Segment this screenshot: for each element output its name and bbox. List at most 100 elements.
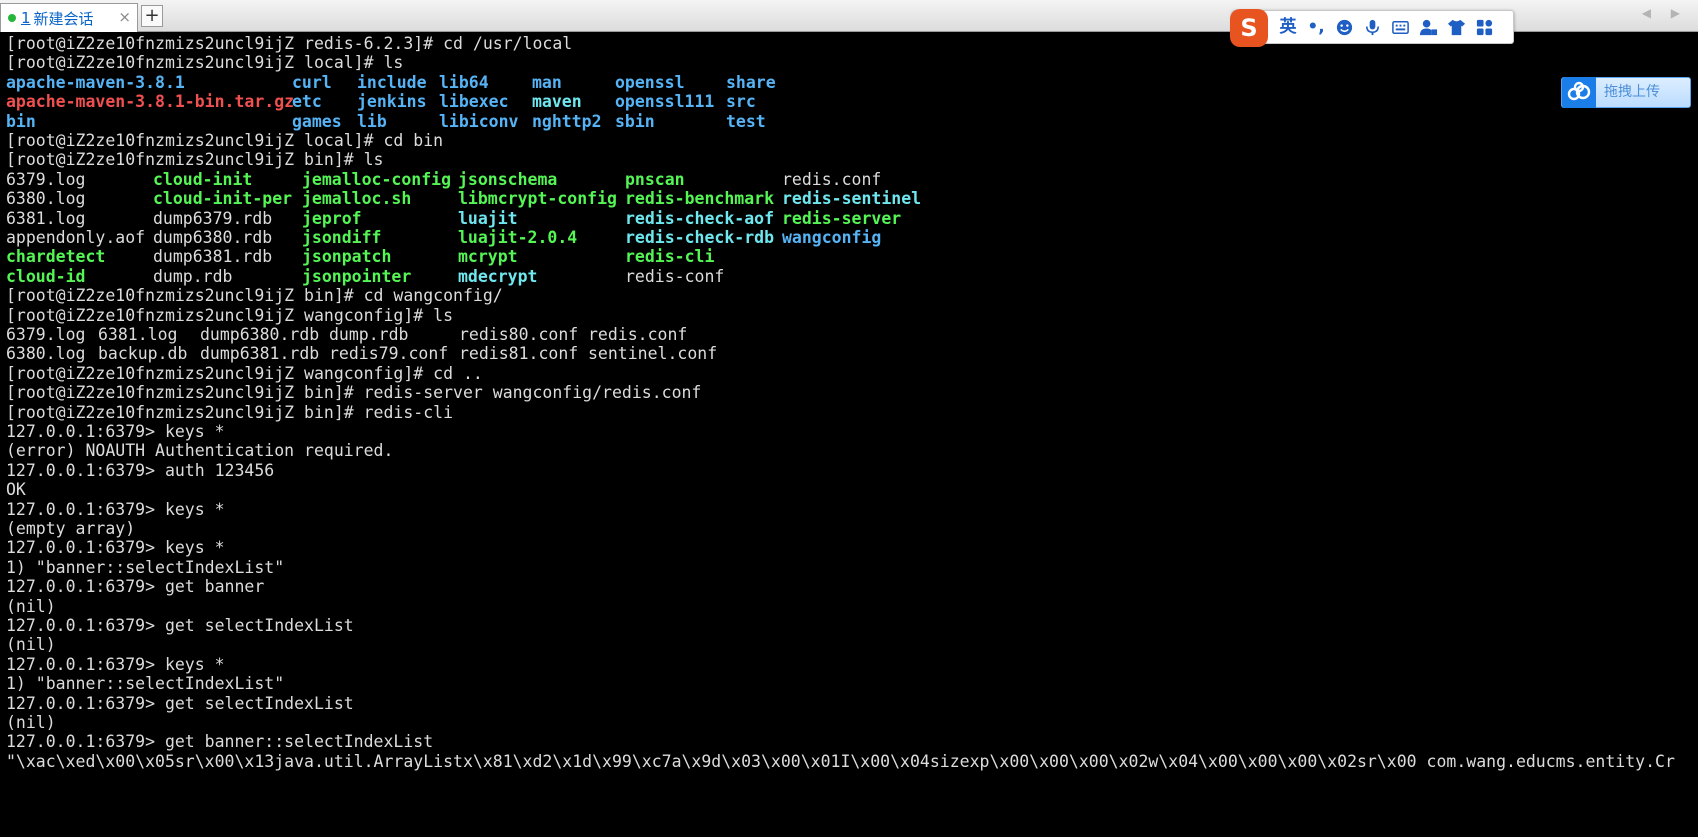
ls-entry-highlight: redis-check-aof xyxy=(625,208,775,228)
drag-upload-label: 拖拽上传 xyxy=(1604,84,1660,100)
ls-entry-dir: test xyxy=(726,111,766,131)
ls-entry-executable: jemalloc-config xyxy=(302,169,452,189)
microphone-icon[interactable] xyxy=(1361,16,1383,38)
terminal-line: [root@iZ2ze10fnzmizs2uncl9ijZ wangconfig… xyxy=(6,305,454,325)
ls-entry-executable: jsonpointer xyxy=(302,266,412,286)
ls-entry-highlight: luajit xyxy=(458,208,518,228)
ime-language-toggle[interactable]: 英 xyxy=(1277,16,1299,38)
ls-entry-executable: redis-benchmark xyxy=(625,189,775,209)
terminal-line: [root@iZ2ze10fnzmizs2uncl9ijZ bin]# cd w… xyxy=(6,286,503,306)
ls-entry-executable: chardetect xyxy=(6,247,106,267)
ls-entry-plain: dump6381.rdb xyxy=(153,247,273,267)
terminal-line: 127.0.0.1:6379> keys * xyxy=(6,499,225,519)
terminal-line: 127.0.0.1:6379> get selectIndexList xyxy=(6,616,354,635)
ls-entry-plain: dump.rdb xyxy=(153,266,233,286)
session-tab-number: 1 xyxy=(21,9,31,27)
ime-toolbar[interactable]: S 英 •, xyxy=(1230,9,1514,47)
ls-entry-plain: redis80.conf xyxy=(459,325,579,344)
skin-icon[interactable] xyxy=(1445,16,1467,38)
ls-entry-executable: cloud-init xyxy=(153,169,253,189)
ls-entry-dir: sbin xyxy=(615,111,655,131)
ls-entry-dir: include xyxy=(357,72,427,92)
ls-entry-dir: libexec xyxy=(439,92,509,112)
ls-entry-executable: pnscan xyxy=(625,169,685,189)
ls-entry-executable: jemalloc.sh xyxy=(302,189,412,209)
terminal-line: [root@iZ2ze10fnzmizs2uncl9ijZ wangconfig… xyxy=(6,363,483,383)
ls-entry-plain: dump6381.rdb xyxy=(200,344,320,364)
terminal-line: 127.0.0.1:6379> get banner::selectIndexL… xyxy=(6,732,434,752)
ls-entry-executable: redis-server xyxy=(782,208,902,228)
ls-entry-executable: cloud-id xyxy=(6,266,86,286)
session-tab[interactable]: 1 新建会话 × xyxy=(0,3,138,32)
ls-entry-plain: 6380.log xyxy=(6,344,86,364)
ls-entry-plain: appendonly.aof xyxy=(6,228,146,247)
terminal-line: [root@iZ2ze10fnzmizs2uncl9ijZ bin]# redi… xyxy=(6,402,454,422)
ls-entry-plain: redis.conf xyxy=(782,169,882,189)
ls-entry-executable: mcrypt xyxy=(458,247,518,267)
terminal-line: 127.0.0.1:6379> keys * xyxy=(6,422,225,441)
ls-entry-plain: backup.db xyxy=(98,344,188,364)
ls-entry-plain: dump6379.rdb xyxy=(153,208,273,228)
terminal-line: 127.0.0.1:6379> get banner xyxy=(6,577,265,597)
ls-entry-plain: sentinel.conf xyxy=(588,344,718,364)
ls-entry-dir: man xyxy=(532,72,562,92)
toolbox-icon[interactable] xyxy=(1473,16,1495,38)
terminal-line: 127.0.0.1:6379> keys * xyxy=(6,654,225,674)
connected-status-icon xyxy=(8,14,16,22)
drag-upload-button[interactable]: 拖拽上传 xyxy=(1561,77,1691,108)
terminal-output[interactable]: [root@iZ2ze10fnzmizs2uncl9ijZ redis-6.2.… xyxy=(0,33,1698,837)
emoji-icon[interactable] xyxy=(1333,16,1355,38)
terminal-line: "\xac\xed\x00\x05sr\x00\x13java.util.Arr… xyxy=(6,751,1675,771)
ls-entry-dir: openssl xyxy=(615,72,685,92)
terminal-line: (empty array) xyxy=(6,519,136,538)
ls-entry-executable: luajit-2.0.4 xyxy=(458,228,578,247)
terminal-line: 1) "banner::selectIndexList" xyxy=(6,674,285,694)
tab-scroll-arrows-icon[interactable]: ◀ ▶ xyxy=(1642,6,1688,20)
new-tab-button[interactable]: + xyxy=(141,5,163,27)
terminal-line: [root@iZ2ze10fnzmizs2uncl9ijZ local]# cd… xyxy=(6,131,444,150)
ls-entry-dir: openssl111 xyxy=(615,92,715,112)
ls-entry-archive: apache-maven-3.8.1-bin.tar.gz xyxy=(6,92,295,112)
ls-entry-executable: cloud-init-per xyxy=(153,189,293,209)
ls-entry-plain: 6379.log xyxy=(6,325,86,344)
terminal-line: [root@iZ2ze10fnzmizs2uncl9ijZ bin]# redi… xyxy=(6,383,702,403)
terminal-line: [root@iZ2ze10fnzmizs2uncl9ijZ local]# ls xyxy=(6,53,404,73)
ls-entry-plain: 6381.log xyxy=(98,325,178,344)
ls-entry-plain: 6379.log xyxy=(6,169,86,189)
ls-entry-executable: libmcrypt-config xyxy=(458,189,617,209)
ls-entry-plain: dump6380.rdb xyxy=(153,228,273,247)
terminal-line: (nil) xyxy=(6,596,56,616)
ls-entry-highlight: maven xyxy=(532,92,582,112)
ls-entry-plain: redis-conf xyxy=(625,266,725,286)
ls-entry-plain: redis.conf xyxy=(588,325,688,344)
ls-entry-dir: share xyxy=(726,72,776,92)
terminal-line: 1) "banner::selectIndexList" xyxy=(6,557,285,577)
ls-entry-highlight: redis-check-rdb xyxy=(625,228,775,247)
ls-entry-dir: src xyxy=(726,92,756,112)
ls-entry-dir: curl xyxy=(292,72,332,92)
ls-entry-highlight: redis-sentinel xyxy=(782,189,922,209)
ls-entry-plain: dump.rdb xyxy=(329,325,409,344)
ls-entry-dir: apache-maven-3.8.1 xyxy=(6,72,185,92)
sogou-logo-icon[interactable]: S xyxy=(1230,9,1268,47)
ls-entry-executable: jeprof xyxy=(302,208,362,228)
ls-entry-dir: lib64 xyxy=(439,72,489,92)
terminal-line: (error) NOAUTH Authentication required. xyxy=(6,441,394,461)
ls-entry-dir: lib xyxy=(357,111,387,131)
close-tab-icon[interactable]: × xyxy=(118,8,131,26)
terminal-line: [root@iZ2ze10fnzmizs2uncl9ijZ bin]# ls xyxy=(6,150,384,170)
ls-entry-plain: 6381.log xyxy=(6,208,86,228)
keyboard-icon[interactable] xyxy=(1389,16,1411,38)
ls-entry-dir: jenkins xyxy=(357,92,427,112)
ls-entry-dir: games xyxy=(292,111,342,131)
cloud-upload-icon xyxy=(1562,77,1596,108)
ls-entry-highlight: mdecrypt xyxy=(458,266,538,286)
ls-entry-dir: libiconv xyxy=(439,111,519,131)
ls-entry-plain: redis81.conf xyxy=(459,344,579,364)
terminal-line: OK xyxy=(6,480,26,500)
ls-entry-executable: jsonschema xyxy=(458,169,558,189)
ime-punctuation-toggle[interactable]: •, xyxy=(1305,16,1327,38)
ls-entry-executable: jsonpatch xyxy=(302,247,392,267)
terminal-line: 127.0.0.1:6379> auth 123456 xyxy=(6,460,275,480)
user-settings-icon[interactable] xyxy=(1417,16,1439,38)
